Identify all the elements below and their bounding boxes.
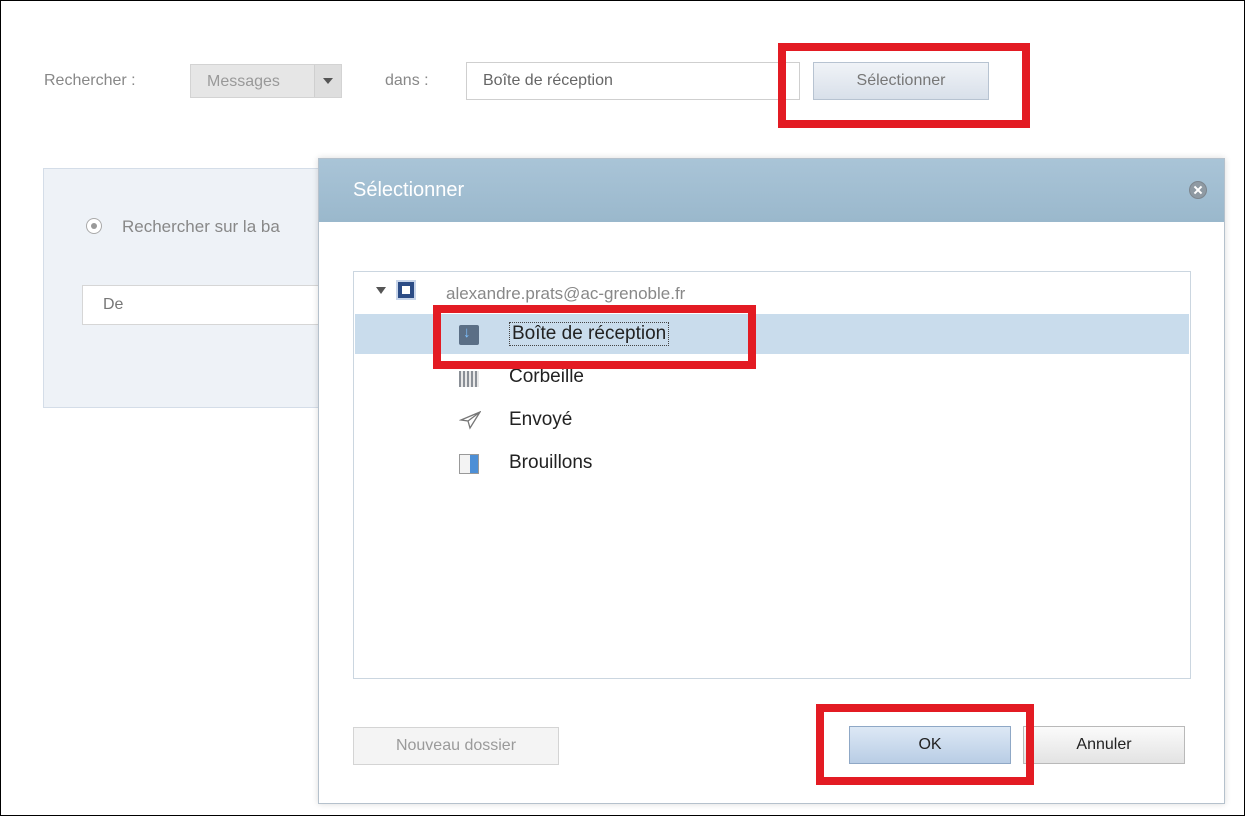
tree-item-label: Envoyé — [509, 409, 573, 430]
dialog-header: Sélectionner — [319, 159, 1224, 222]
search-type-select[interactable]: Messages — [190, 64, 342, 98]
select-folder-dialog: Sélectionner alexandre.prats@ac-grenoble… — [318, 158, 1225, 804]
tree-item-label: Brouillons — [509, 452, 593, 473]
in-label: dans : — [385, 72, 429, 89]
account-icon — [396, 280, 416, 300]
search-type-value: Messages — [207, 73, 280, 90]
search-scope-radio[interactable] — [86, 218, 102, 234]
dialog-title: Sélectionner — [353, 179, 465, 201]
highlight-inbox-item — [433, 305, 756, 369]
search-scope-label: Rechercher sur la ba — [122, 217, 280, 236]
highlight-ok-button — [816, 704, 1034, 785]
close-icon[interactable] — [1189, 181, 1207, 199]
cancel-button[interactable]: Annuler — [1023, 726, 1185, 764]
tree-item-drafts[interactable]: Brouillons — [355, 443, 1189, 483]
tree-item-label: Corbeille — [509, 366, 584, 387]
folder-field[interactable]: Boîte de réception — [466, 62, 800, 100]
chevron-down-icon[interactable] — [314, 65, 341, 97]
drafts-icon — [459, 454, 479, 474]
trash-icon — [459, 371, 479, 387]
search-label: Rechercher : — [44, 72, 136, 89]
from-field[interactable]: De — [82, 285, 322, 325]
account-label: alexandre.prats@ac-grenoble.fr — [446, 284, 686, 303]
new-folder-button[interactable]: Nouveau dossier — [353, 727, 559, 765]
highlight-select-button — [778, 43, 1030, 128]
sent-icon — [459, 410, 481, 430]
tree-item-sent[interactable]: Envoyé — [355, 400, 1189, 440]
expand-triangle-icon[interactable] — [376, 287, 386, 294]
